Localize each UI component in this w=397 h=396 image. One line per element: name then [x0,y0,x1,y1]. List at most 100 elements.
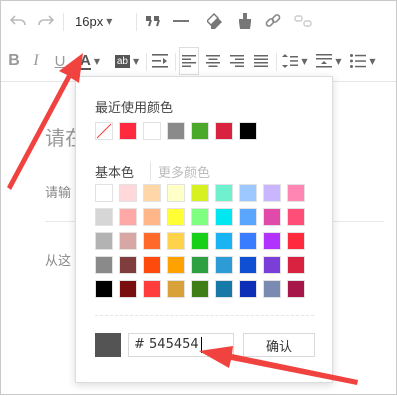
confirm-button[interactable]: 确认 [243,333,315,357]
basic-color-swatch[interactable] [215,232,233,250]
bold-icon[interactable]: B [5,47,23,75]
basic-color-swatch[interactable] [167,208,185,226]
basic-color-swatch[interactable] [95,232,113,250]
basic-color-swatch[interactable] [143,256,161,274]
basic-color-swatch[interactable] [95,280,113,298]
basic-color-swatch[interactable] [167,232,185,250]
picker-divider [95,315,314,316]
no-color-swatch[interactable] [95,122,113,140]
basic-color-swatch[interactable] [119,280,137,298]
basic-color-swatch[interactable] [263,280,281,298]
chevron-down-icon: ▼ [301,56,308,66]
recent-colors-label: 最近使用颜色 [95,101,174,116]
recent-color-swatch[interactable] [167,122,185,140]
toolbar-divider [276,53,277,71]
indent-icon[interactable] [150,47,170,75]
horizontal-rule-icon[interactable] [171,7,191,35]
hex-color-input[interactable]: # 545454 [128,333,234,357]
paragraph-spacing-icon [316,54,333,68]
background-color-icon: ab [114,54,130,68]
basic-color-swatch[interactable] [143,208,161,226]
basic-color-swatch[interactable] [215,208,233,226]
basic-color-swatch[interactable] [239,256,257,274]
basic-color-swatch[interactable] [167,280,185,298]
basic-color-swatch[interactable] [95,208,113,226]
basic-color-swatch[interactable] [215,184,233,202]
recent-color-swatch[interactable] [239,122,257,140]
basic-color-swatch[interactable] [239,208,257,226]
basic-color-swatch[interactable] [287,208,305,226]
basic-color-swatch[interactable] [239,184,257,202]
toolbar-divider [175,53,176,71]
body-placeholder[interactable]: 从这 [45,250,71,269]
basic-color-swatch[interactable] [191,280,209,298]
recent-color-swatch[interactable] [143,122,161,140]
list-icon [350,54,367,68]
undo-icon[interactable] [7,7,29,35]
editor-toolbar: 16px ▼ B I U A ▼ ab ▼ ▼ ▼ ▼ [1,1,396,82]
basic-color-swatch[interactable] [119,256,137,274]
basic-color-swatch[interactable] [239,280,257,298]
background-color-button[interactable]: ab ▼ [111,47,143,75]
recent-color-swatch[interactable] [215,122,233,140]
toolbar-divider [146,53,147,71]
basic-color-swatch[interactable] [287,256,305,274]
toolbar-row-1: 16px ▼ [1,1,396,41]
chevron-down-icon: ▼ [132,56,140,66]
basic-color-swatch[interactable] [263,232,281,250]
eraser-icon[interactable] [205,7,225,35]
basic-color-swatch[interactable] [143,280,161,298]
basic-color-swatch[interactable] [95,184,113,202]
paragraph-spacing-button[interactable]: ▼ [314,47,344,75]
more-colors-link[interactable]: 更多颜色 [150,162,210,181]
basic-color-swatch[interactable] [167,184,185,202]
basic-color-swatch[interactable] [191,184,209,202]
toolbar-divider [63,13,64,31]
basic-colors-label: 基本色 [95,166,135,181]
basic-color-swatch[interactable] [263,208,281,226]
basic-color-swatch[interactable] [119,232,137,250]
basic-color-swatch[interactable] [263,184,281,202]
basic-color-swatch[interactable] [287,280,305,298]
current-color-preview [95,333,121,357]
basic-color-swatch[interactable] [119,208,137,226]
basic-color-swatch[interactable] [287,232,305,250]
italic-icon[interactable]: I [28,47,44,75]
basic-color-swatch[interactable] [191,208,209,226]
line-height-button[interactable]: ▼ [280,47,310,75]
format-brush-icon[interactable] [235,7,255,35]
align-right-icon[interactable] [227,47,247,75]
basic-color-swatch[interactable] [119,184,137,202]
justify-icon[interactable] [251,47,271,75]
color-picker-popup: 最近使用颜色 基本色 更多颜色 # 545454 确认 [75,76,333,383]
toolbar-divider [136,13,137,31]
basic-color-swatch[interactable] [215,280,233,298]
basic-color-swatch[interactable] [191,256,209,274]
basic-color-swatch[interactable] [215,256,233,274]
align-center-icon[interactable] [203,47,223,75]
font-size-select[interactable]: 16px ▼ [71,7,133,35]
redo-icon[interactable] [35,7,57,35]
link-icon[interactable] [263,7,283,35]
basic-color-swatch[interactable] [143,232,161,250]
unlink-icon[interactable] [291,7,315,35]
basic-color-swatch[interactable] [167,256,185,274]
basic-color-swatch[interactable] [95,256,113,274]
recent-color-swatch[interactable] [119,122,137,140]
basic-color-swatch[interactable] [287,184,305,202]
summary-placeholder[interactable]: 请输 [45,182,71,201]
align-left-icon[interactable] [179,47,199,75]
basic-color-swatch[interactable] [263,256,281,274]
font-size-value: 16px [75,13,104,29]
basic-color-swatch[interactable] [191,232,209,250]
quote-icon[interactable] [143,7,163,35]
chevron-down-icon: ▼ [335,56,342,66]
font-color-button[interactable]: A ▼ [73,47,107,75]
underline-icon[interactable]: U [51,47,69,75]
hex-color-value: # 545454 [134,337,199,352]
chevron-down-icon: ▼ [93,56,100,66]
basic-color-swatch[interactable] [143,184,161,202]
list-button[interactable]: ▼ [348,47,378,75]
basic-color-swatch[interactable] [239,232,257,250]
recent-color-swatch[interactable] [191,122,209,140]
